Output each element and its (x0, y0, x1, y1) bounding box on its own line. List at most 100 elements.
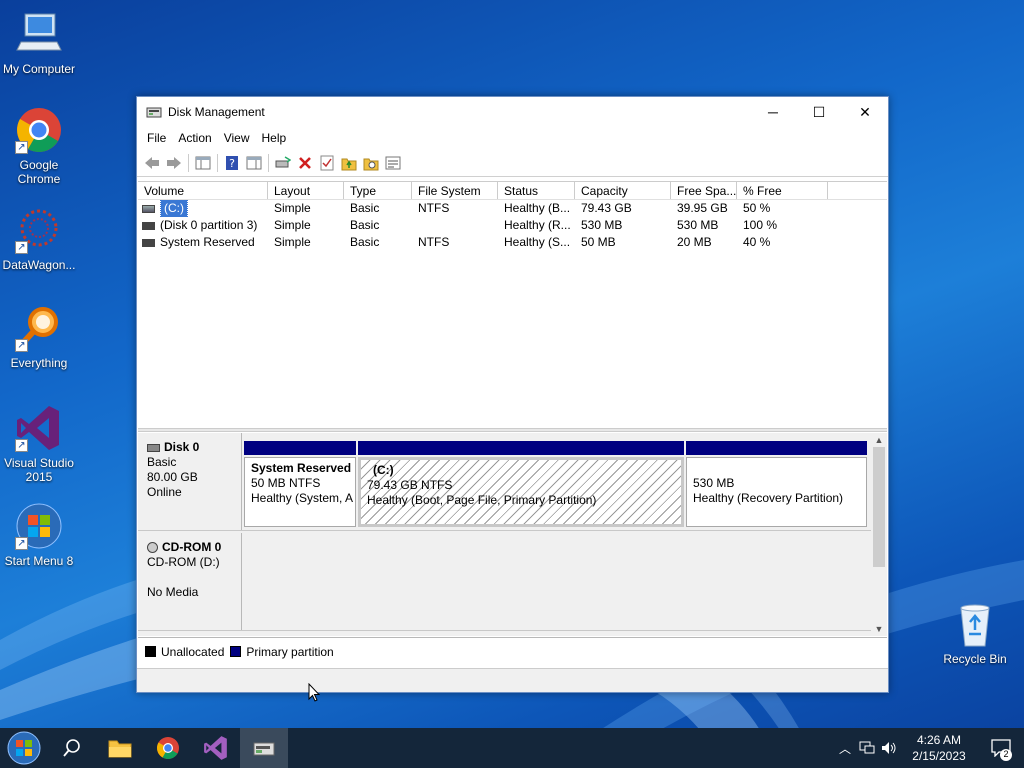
everything-icon: ↗ (15, 304, 63, 352)
column-header-volume[interactable]: Volume (138, 182, 268, 199)
folder-up-icon[interactable] (338, 152, 360, 174)
maximize-button[interactable]: ☐ (796, 97, 842, 127)
layout-cell: Simple (274, 218, 311, 232)
desktop-icon-my-computer[interactable]: My Computer (0, 10, 78, 76)
desktop-icon-datawagon[interactable]: ↗ DataWagon... (0, 206, 78, 272)
windows-orb-icon: ↗ (15, 502, 63, 550)
taskbar-chrome[interactable] (144, 728, 192, 768)
hard-disk-icon (147, 443, 160, 452)
column-header-free-space[interactable]: Free Spa... (671, 182, 737, 199)
desktop-icon-label: DataWagon... (2, 258, 76, 272)
taskbar-disk-management[interactable] (240, 728, 288, 768)
menu-help[interactable]: Help (256, 131, 293, 145)
show-hidden-icons-chevron-icon[interactable]: ︿ (834, 728, 856, 768)
show-hide-console-tree-icon[interactable] (192, 152, 214, 174)
desktop-icon-start-menu-8[interactable]: ↗ Start Menu 8 (0, 502, 78, 568)
volume-row-c[interactable]: (C:) Simple Basic NTFS Healthy (B... 79.… (138, 200, 887, 217)
chrome-icon: ↗ (15, 106, 63, 154)
window-title: Disk Management (168, 105, 265, 119)
partition-size: 79.43 GB NTFS (367, 478, 453, 492)
volume-row-disk0-partition3[interactable]: (Disk 0 partition 3) Simple Basic Health… (138, 217, 887, 234)
back-arrow-icon[interactable] (141, 152, 163, 174)
taskbar-file-explorer[interactable] (96, 728, 144, 768)
chrome-icon (157, 737, 179, 759)
column-header-file-system[interactable]: File System (412, 182, 498, 199)
visual-studio-icon (204, 736, 227, 760)
shortcut-arrow-icon: ↗ (15, 537, 28, 550)
folder-search-icon[interactable] (360, 152, 382, 174)
taskbar-visual-studio[interactable] (192, 728, 240, 768)
menu-file[interactable]: File (141, 131, 172, 145)
close-button[interactable]: ✕ (842, 97, 888, 127)
action-center-button[interactable]: 2 (978, 728, 1024, 768)
view-options-icon[interactable] (382, 152, 404, 174)
layout-cell: Simple (274, 235, 311, 249)
disk-management-app-icon (253, 742, 275, 756)
forward-arrow-icon[interactable] (163, 152, 185, 174)
partition-recovery[interactable]: 530 MB Healthy (Recovery Partition) (686, 441, 867, 527)
volume-icon (142, 221, 155, 230)
disk-view-scrollbar[interactable]: ▲ ▼ (871, 433, 887, 636)
shortcut-arrow-icon: ↗ (15, 141, 28, 154)
cd-rom-icon (147, 542, 158, 553)
desktop-icon-label: Start Menu 8 (4, 554, 74, 568)
disk-label-disk0[interactable]: Disk 0 Basic 80.00 GB Online (138, 433, 242, 530)
volume-cell: (C:) (138, 200, 268, 217)
search-button[interactable] (48, 728, 96, 768)
minimize-button[interactable]: ─ (750, 97, 796, 127)
column-header-status[interactable]: Status (498, 182, 575, 199)
menu-view[interactable]: View (218, 131, 256, 145)
clock-date: 2/15/2023 (912, 749, 966, 763)
column-header-type[interactable]: Type (344, 182, 412, 199)
partition-status: Healthy (System, A (251, 491, 354, 505)
partition-system-reserved[interactable]: System Reserved 50 MB NTFS Healthy (Syst… (244, 441, 356, 527)
status-cell: Healthy (B... (504, 201, 571, 215)
legend: Unallocated Primary partition (138, 637, 887, 665)
computer-icon (15, 10, 63, 58)
volume-name: (C:) (160, 200, 188, 217)
free-space-cell: 20 MB (677, 235, 712, 249)
checklist-icon[interactable] (316, 152, 338, 174)
percent-free-cell: 100 % (743, 218, 778, 232)
desktop-icon-google-chrome[interactable]: ↗ Google Chrome (0, 106, 78, 186)
desktop-icon-recycle-bin[interactable]: Recycle Bin (936, 600, 1014, 666)
disk-label-cdrom0[interactable]: CD-ROM 0 CD-ROM (D:) No Media (138, 533, 242, 630)
column-header-capacity[interactable]: Capacity (575, 182, 671, 199)
legend-label: Unallocated (161, 644, 225, 659)
type-cell: Basic (350, 218, 380, 232)
volume-row-system-reserved[interactable]: System Reserved Simple Basic NTFS Health… (138, 234, 887, 251)
file-system-cell: NTFS (418, 201, 450, 215)
toolbar-separator (268, 153, 269, 172)
disk-row-cdrom0: CD-ROM 0 CD-ROM (D:) No Media (138, 533, 871, 631)
volume-speaker-icon[interactable] (878, 728, 900, 768)
status-bar (137, 668, 888, 692)
desktop-icon-visual-studio[interactable]: ↗ Visual Studio 2015 (0, 404, 78, 484)
volume-cell: System Reserved (138, 234, 268, 251)
recycle-bin-icon (951, 600, 999, 648)
shortcut-arrow-icon: ↗ (15, 339, 28, 352)
help-icon[interactable]: ? (221, 152, 243, 174)
scrollbar-thumb[interactable] (873, 447, 885, 567)
mouse-cursor-icon (308, 683, 320, 702)
start-button[interactable] (0, 728, 48, 768)
pane-splitter[interactable] (138, 428, 887, 432)
connect-disk-icon[interactable] (272, 152, 294, 174)
volume-icon (142, 238, 155, 247)
scroll-down-arrow-icon[interactable]: ▼ (871, 622, 887, 636)
properties-pane-icon[interactable] (243, 152, 265, 174)
title-bar[interactable]: Disk Management ─ ☐ ✕ (137, 97, 888, 127)
network-icon[interactable] (856, 728, 878, 768)
legend-primary-partition: Primary partition (230, 645, 334, 659)
status-cell: Healthy (S... (504, 235, 571, 249)
partition-c[interactable]: (C:) 79.43 GB NTFS Healthy (Boot, Page F… (358, 441, 684, 527)
file-system-cell (412, 217, 498, 234)
column-header-percent-free[interactable]: % Free (737, 182, 828, 199)
clock[interactable]: 4:26 AM 2/15/2023 (900, 732, 978, 764)
delete-icon[interactable] (294, 152, 316, 174)
menu-action[interactable]: Action (172, 131, 217, 145)
scroll-up-arrow-icon[interactable]: ▲ (871, 433, 887, 447)
layout-cell: Simple (274, 201, 311, 215)
desktop-icon-everything[interactable]: ↗ Everything (0, 304, 78, 370)
column-header-layout[interactable]: Layout (268, 182, 344, 199)
partition-bar (358, 441, 684, 455)
